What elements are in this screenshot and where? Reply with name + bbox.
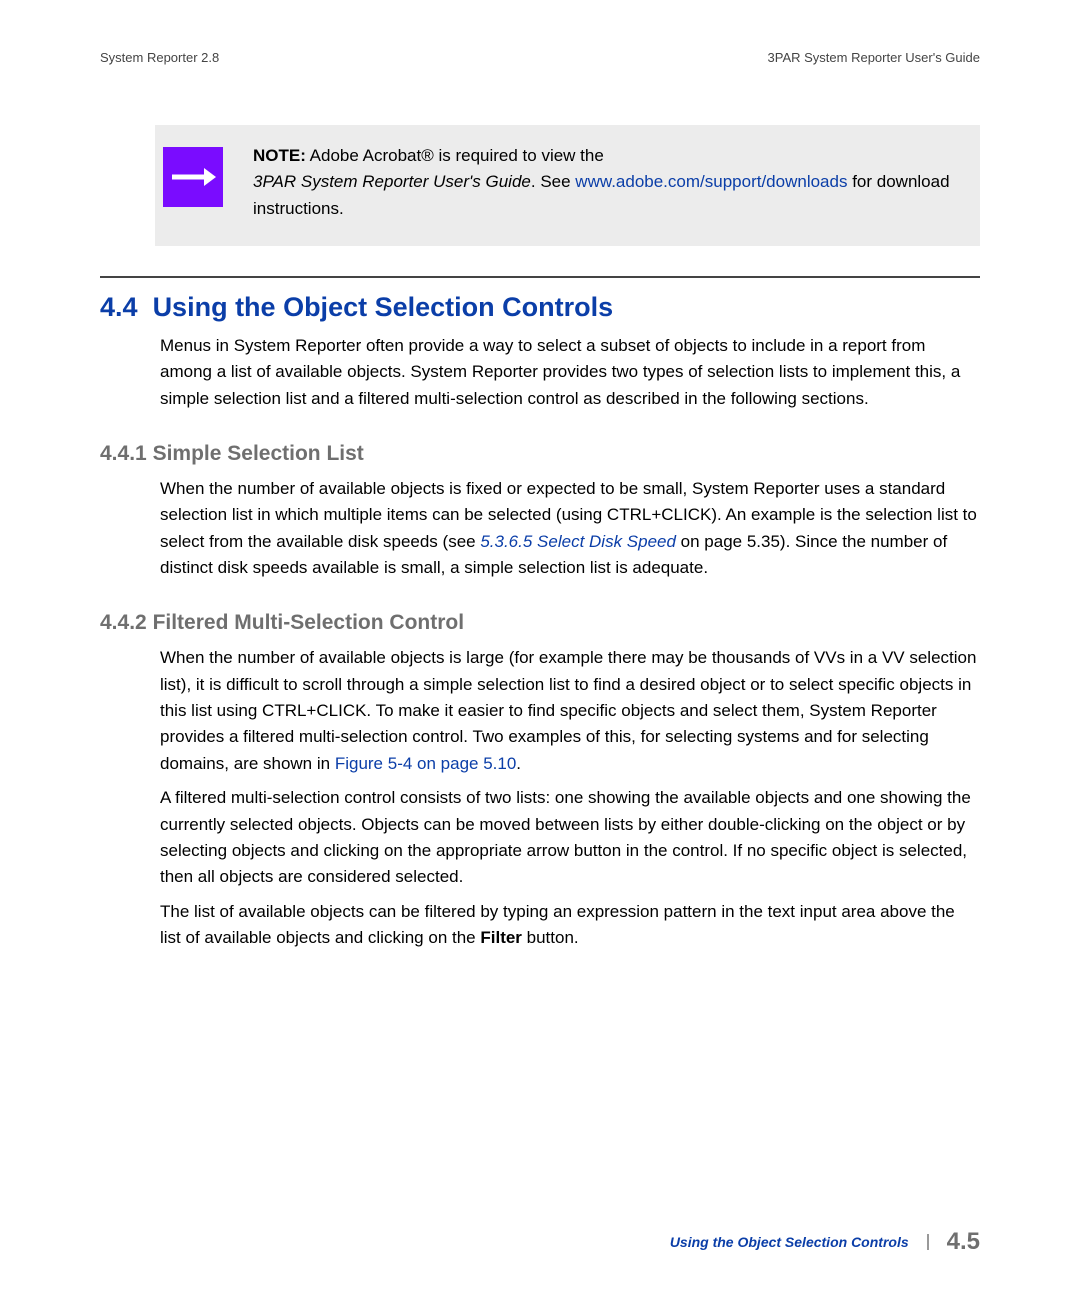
- sub2-p1b: .: [516, 754, 521, 773]
- section-number: 4.4: [100, 292, 138, 322]
- sub2-p3b: button.: [522, 928, 579, 947]
- section-heading: 4.4 Using the Object Selection Controls: [100, 292, 980, 323]
- cross-reference-link[interactable]: Figure 5-4 on page 5.10: [335, 754, 516, 773]
- sub1-paragraph: When the number of available objects is …: [160, 476, 980, 581]
- arrow-right-icon: [163, 147, 223, 207]
- note-t1: Adobe Acrobat® is required to view the: [306, 146, 604, 165]
- sub2-p1a: When the number of available objects is …: [160, 648, 976, 772]
- cross-reference-link[interactable]: 5.3.6.5 Select Disk Speed: [480, 532, 676, 551]
- header-left: System Reporter 2.8: [100, 50, 219, 65]
- note-doc-title: 3PAR System Reporter User's Guide: [253, 172, 531, 191]
- page-number: 4.5: [929, 1228, 980, 1256]
- sub2-paragraph-2: A filtered multi-selection control consi…: [160, 785, 980, 890]
- section-title: Using the Object Selection Controls: [153, 292, 614, 322]
- footer-section-title: Using the Object Selection Controls: [670, 1234, 929, 1251]
- sub1-number: 4.4.1: [100, 442, 147, 465]
- filter-button-ref: Filter: [480, 928, 522, 947]
- sub2-paragraph-1: When the number of available objects is …: [160, 645, 980, 777]
- section-rule: [100, 276, 980, 278]
- note-label: NOTE:: [253, 146, 306, 165]
- subsection-heading: 4.4.2 Filtered Multi-Selection Control: [100, 611, 980, 635]
- header-right: 3PAR System Reporter User's Guide: [768, 50, 980, 65]
- page-footer: Using the Object Selection Controls 4.5: [670, 1228, 980, 1256]
- section-intro: Menus in System Reporter often provide a…: [160, 333, 980, 412]
- document-page: System Reporter 2.8 3PAR System Reporter…: [0, 0, 1080, 1296]
- note-callout: NOTE: Adobe Acrobat® is required to view…: [155, 125, 980, 246]
- note-t2: . See: [531, 172, 575, 191]
- sub1-title: Simple Selection List: [153, 442, 364, 465]
- sub2-title: Filtered Multi-Selection Control: [153, 611, 465, 634]
- sub2-paragraph-3: The list of available objects can be fil…: [160, 899, 980, 952]
- subsection-heading: 4.4.1 Simple Selection List: [100, 442, 980, 466]
- running-header: System Reporter 2.8 3PAR System Reporter…: [100, 50, 980, 65]
- note-link[interactable]: www.adobe.com/support/downloads: [575, 172, 847, 191]
- note-text: NOTE: Adobe Acrobat® is required to view…: [253, 139, 956, 222]
- sub2-number: 4.4.2: [100, 611, 147, 634]
